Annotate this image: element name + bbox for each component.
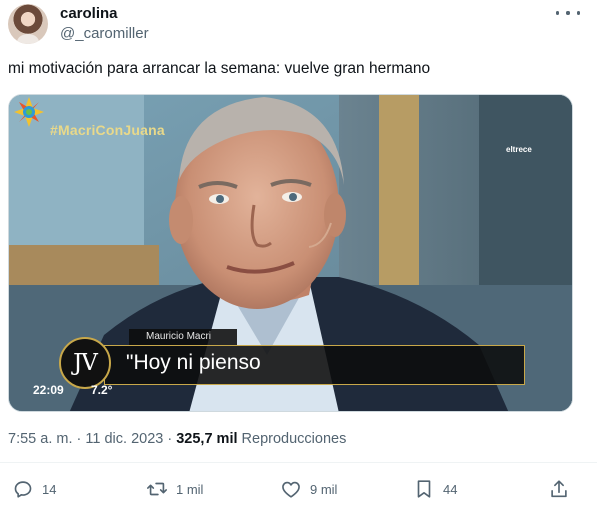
show-logo-text: JV — [73, 350, 98, 376]
reply-icon — [14, 481, 32, 498]
caption-quote: "Hoy ni pienso — [126, 351, 261, 374]
caption-name: Mauricio Macri — [146, 331, 212, 342]
broadcast-clock: 22:09 — [33, 383, 64, 397]
channel-logo-icon — [14, 97, 44, 127]
tweet: carolina @_caromiller mi motivación para… — [0, 0, 597, 517]
bookmark-count: 44 — [443, 481, 458, 497]
meta-separator: · — [76, 431, 82, 447]
like-button[interactable]: 9 mil — [280, 477, 337, 501]
bookmark-button[interactable]: 44 — [413, 477, 457, 501]
show-logo: JV — [59, 337, 111, 389]
tweet-text: mi motivación para arrancar la semana: v… — [8, 60, 431, 77]
retweet-icon — [147, 482, 167, 496]
tweet-meta: 7:55 a. m. · 11 dic. 2023 · 325,7 mil Re… — [8, 431, 346, 447]
more-options-icon[interactable] — [556, 4, 580, 22]
tweet-media-image[interactable]: #MacriConJuana eltrece Mauricio Macri "H… — [8, 94, 573, 412]
retweet-button[interactable]: 1 mil — [146, 477, 203, 501]
share-icon — [551, 480, 567, 498]
share-button[interactable] — [548, 477, 570, 501]
channel-name: eltrece — [506, 145, 532, 154]
retweet-count: 1 mil — [176, 481, 204, 497]
broadcast-temperature: 7.2° — [91, 383, 113, 397]
bookmark-icon — [417, 480, 431, 498]
like-count: 9 mil — [310, 481, 338, 497]
reply-count: 14 — [42, 481, 57, 497]
meta-separator: · — [167, 431, 173, 447]
divider — [0, 462, 597, 463]
author-avatar[interactable] — [8, 4, 48, 44]
author-display-name[interactable]: carolina — [60, 5, 118, 22]
tweet-date[interactable]: 11 dic. 2023 — [85, 431, 163, 447]
heart-icon — [282, 481, 300, 498]
author-handle[interactable]: @_caromiller — [60, 25, 149, 42]
views-count: 325,7 mil — [176, 431, 238, 447]
reply-button[interactable]: 14 — [12, 477, 56, 501]
media-hashtag: #MacriConJuana — [50, 122, 165, 138]
views-label: Reproducciones — [241, 431, 347, 447]
tweet-time[interactable]: 7:55 a. m. — [8, 431, 72, 447]
